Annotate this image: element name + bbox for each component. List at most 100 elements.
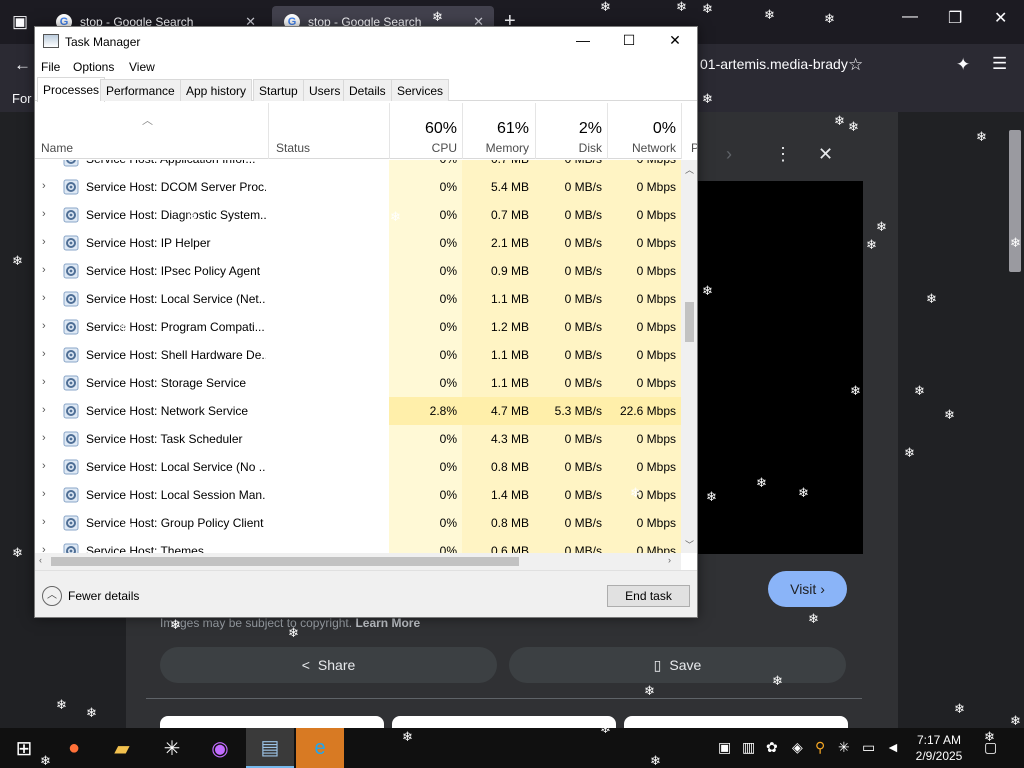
tab-performance[interactable]: Performance	[100, 79, 181, 101]
process-list[interactable]: › Service Host: Application Infor... 0% 0.7…	[35, 160, 681, 553]
fewer-details-link[interactable]: Fewer details	[68, 589, 139, 603]
column-separator[interactable]	[389, 103, 390, 159]
scroll-down-icon[interactable]: ﹀	[685, 538, 694, 551]
collapse-chevron-icon[interactable]: ︿	[42, 586, 62, 606]
more-options-icon[interactable]: ⋮	[774, 144, 792, 165]
tab-processes[interactable]: Processes	[37, 77, 106, 102]
tab-users[interactable]: Users	[303, 79, 347, 101]
minimize-window-icon[interactable]: —	[902, 8, 918, 26]
tab-services[interactable]: Services	[391, 79, 450, 101]
column-separator[interactable]	[607, 103, 608, 159]
memory-total[interactable]: 61%	[465, 120, 529, 138]
tray-drive-icon[interactable]: ▥	[742, 739, 755, 756]
tray-volume-muted-icon[interactable]: ◄	[886, 739, 900, 755]
page-scrollbar[interactable]	[1006, 112, 1024, 728]
snowflake-app-icon[interactable]: ✳	[148, 728, 196, 768]
column-cpu[interactable]: CPU	[395, 141, 457, 155]
process-row[interactable]: › Service Host: DCOM Server Proc... 0% 5.4 …	[35, 173, 681, 201]
bookmark-star-icon[interactable]: ☆	[848, 55, 863, 75]
expand-chevron-icon[interactable]: ›	[42, 160, 46, 164]
expand-chevron-icon[interactable]: ›	[42, 348, 46, 360]
expand-chevron-icon[interactable]: ›	[42, 516, 46, 528]
visit-button[interactable]: Visit ›	[768, 571, 847, 607]
tray-app-icon[interactable]: ▣	[718, 739, 731, 756]
menu-file[interactable]: File	[41, 60, 60, 74]
expand-chevron-icon[interactable]: ›	[42, 404, 46, 416]
process-list-scrollbar[interactable]: ︿ ﹀	[681, 160, 697, 553]
mask-app-icon[interactable]: ◉	[196, 728, 244, 768]
close-icon[interactable]: ✕	[655, 32, 695, 49]
expand-chevron-icon[interactable]: ›	[42, 376, 46, 388]
end-task-button[interactable]: End task	[607, 585, 690, 607]
firefox-icon[interactable]: ●	[50, 728, 98, 768]
tray-people-icon[interactable]: ✿	[766, 739, 778, 756]
column-name[interactable]: Name	[41, 141, 73, 155]
disk-total[interactable]: 2%	[540, 120, 602, 138]
expand-chevron-icon[interactable]: ›	[42, 180, 46, 192]
expand-chevron-icon[interactable]: ›	[42, 432, 46, 444]
menu-options[interactable]: Options	[73, 60, 114, 74]
column-network[interactable]: Network	[610, 141, 676, 155]
scroll-left-icon[interactable]: ‹	[39, 555, 42, 565]
restore-window-icon[interactable]: ❐	[948, 8, 962, 28]
process-row[interactable]: › Service Host: Local Service (Net... 0% 1.…	[35, 285, 681, 313]
process-row[interactable]: › Service Host: Local Service (No ... 0% 0.…	[35, 453, 681, 481]
column-separator[interactable]	[535, 103, 536, 159]
tab-list-icon[interactable]: ▣	[12, 12, 28, 32]
tray-snowflake-icon[interactable]: ✳	[838, 739, 850, 756]
expand-chevron-icon[interactable]: ›	[42, 488, 46, 500]
column-disk[interactable]: Disk	[540, 141, 602, 155]
expand-chevron-icon[interactable]: ›	[42, 236, 46, 248]
save-button[interactable]: ▯ Save	[509, 647, 846, 683]
learn-more-link[interactable]: Learn More	[355, 616, 420, 630]
back-icon[interactable]: ←	[14, 55, 31, 75]
maximize-icon[interactable]: ☐	[609, 32, 649, 49]
tab-startup[interactable]: Startup	[253, 79, 304, 101]
process-row[interactable]: › Service Host: Storage Service 0% 1.1 MB 0 …	[35, 369, 681, 397]
task-manager-titlebar[interactable]: Task Manager — ☐ ✕	[35, 27, 697, 57]
internet-explorer-icon[interactable]: e	[296, 728, 344, 768]
task-manager-taskbar-icon[interactable]: ▤	[246, 728, 294, 768]
file-explorer-icon[interactable]: ▰	[98, 728, 146, 768]
scrollbar-thumb[interactable]	[685, 302, 694, 342]
expand-chevron-icon[interactable]: ›	[42, 292, 46, 304]
tray-search-icon[interactable]: ⚲	[815, 739, 825, 756]
horizontal-scrollbar[interactable]: ‹ ›	[35, 553, 681, 570]
preview-image[interactable]	[698, 181, 863, 554]
task-manager-window[interactable]: Task Manager — ☐ ✕ File Options View Pro…	[34, 26, 698, 618]
tray-network-icon[interactable]: ▭	[862, 739, 875, 756]
cpu-total[interactable]: 60%	[395, 120, 457, 138]
tray-water-icon[interactable]: ◈	[792, 739, 803, 756]
expand-chevron-icon[interactable]: ›	[42, 460, 46, 472]
process-row[interactable]: › Service Host: Themes 0% 0.6 MB 0 MB/s 0 Mbp…	[35, 537, 681, 553]
process-row[interactable]: › Service Host: IP Helper 0% 2.1 MB 0 MB/s 0 …	[35, 229, 681, 257]
menu-hamburger-icon[interactable]: ☰	[992, 54, 1007, 74]
network-total[interactable]: 0%	[610, 120, 676, 138]
horizontal-scrollbar-thumb[interactable]	[51, 557, 519, 566]
column-power-truncated[interactable]: P	[691, 141, 697, 155]
next-image-icon[interactable]: ›	[726, 144, 732, 165]
expand-chevron-icon[interactable]: ›	[42, 320, 46, 332]
bookmark-item[interactable]: For	[12, 91, 32, 106]
column-separator[interactable]	[462, 103, 463, 159]
process-row[interactable]: › Service Host: Network Service 2.8% 4.7 MB…	[35, 397, 681, 425]
scroll-up-icon[interactable]: ︿	[685, 163, 694, 176]
close-window-icon[interactable]: ✕	[994, 8, 1007, 28]
process-row[interactable]: › Service Host: Task Scheduler 0% 4.3 MB 0 M…	[35, 425, 681, 453]
system-clock[interactable]: 7:17 AM 2/9/2025	[912, 732, 966, 764]
extensions-icon[interactable]: ✦	[956, 55, 970, 75]
process-row[interactable]: › Service Host: Application Infor... 0% 0.7…	[35, 160, 681, 173]
expand-chevron-icon[interactable]: ›	[42, 208, 46, 220]
column-separator[interactable]	[268, 103, 269, 159]
scroll-right-icon[interactable]: ›	[668, 555, 671, 565]
close-panel-icon[interactable]: ✕	[818, 144, 833, 165]
page-scrollbar-thumb[interactable]	[1009, 130, 1021, 272]
process-row[interactable]: › Service Host: IPsec Policy Agent 0% 0.9 M…	[35, 257, 681, 285]
expand-chevron-icon[interactable]: ›	[42, 544, 46, 553]
process-row[interactable]: › Service Host: Diagnostic System... 0% 0.7…	[35, 201, 681, 229]
minimize-icon[interactable]: —	[563, 32, 603, 48]
share-button[interactable]: < Share	[160, 647, 497, 683]
expand-chevron-icon[interactable]: ›	[42, 264, 46, 276]
url-bar-text[interactable]: 01-artemis.media-brady	[700, 56, 848, 72]
tab-app-history[interactable]: App history	[180, 79, 253, 101]
